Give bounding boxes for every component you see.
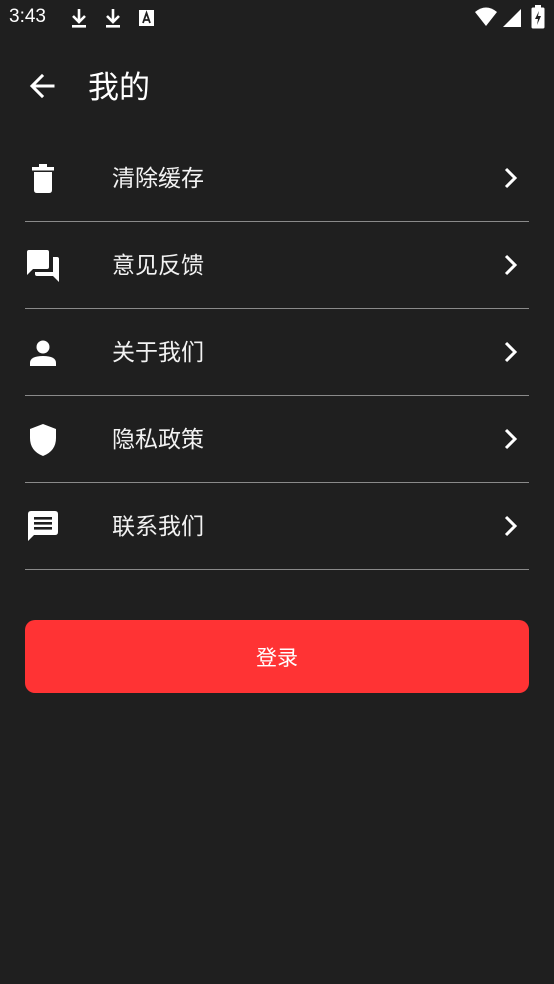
page-title: 我的 (88, 70, 150, 106)
status-bar: 3:43 (0, 0, 554, 36)
status-time: 3:43 (9, 6, 46, 27)
download-icon (103, 7, 123, 33)
trash-icon (25, 161, 61, 197)
chevron-right-icon (501, 514, 521, 538)
menu-item-label: 意见反馈 (112, 253, 204, 279)
menu-item-feedback[interactable]: 意见反馈 (25, 222, 529, 309)
menu-item-label: 关于我们 (112, 340, 204, 366)
menu-item-clear-cache[interactable]: 清除缓存 (25, 135, 529, 222)
chevron-right-icon (501, 427, 521, 451)
person-icon (25, 335, 61, 371)
shield-icon (25, 422, 61, 458)
download-icon (69, 7, 89, 33)
arrow-back-icon (28, 72, 56, 104)
wifi-icon (474, 6, 498, 32)
battery-charging-icon (531, 5, 545, 33)
chevron-right-icon (501, 340, 521, 364)
menu-item-contact-us[interactable]: 联系我们 (25, 483, 529, 570)
settings-menu-list: 清除缓存 意见反馈 关于我们 隐私政策 联系我们 (25, 135, 529, 570)
chevron-right-icon (501, 166, 521, 190)
accessibility-a-icon (138, 7, 156, 33)
back-button[interactable] (20, 66, 64, 110)
forum-icon (25, 248, 61, 284)
login-button[interactable]: 登录 (25, 620, 529, 693)
menu-item-privacy-policy[interactable]: 隐私政策 (25, 396, 529, 483)
app-bar: 我的 (0, 54, 554, 122)
menu-item-about-us[interactable]: 关于我们 (25, 309, 529, 396)
menu-item-label: 清除缓存 (112, 166, 204, 192)
cell-signal-icon (502, 8, 522, 32)
menu-item-label: 隐私政策 (112, 427, 204, 453)
menu-item-label: 联系我们 (112, 514, 204, 540)
chat-icon (25, 509, 61, 545)
chevron-right-icon (501, 253, 521, 277)
